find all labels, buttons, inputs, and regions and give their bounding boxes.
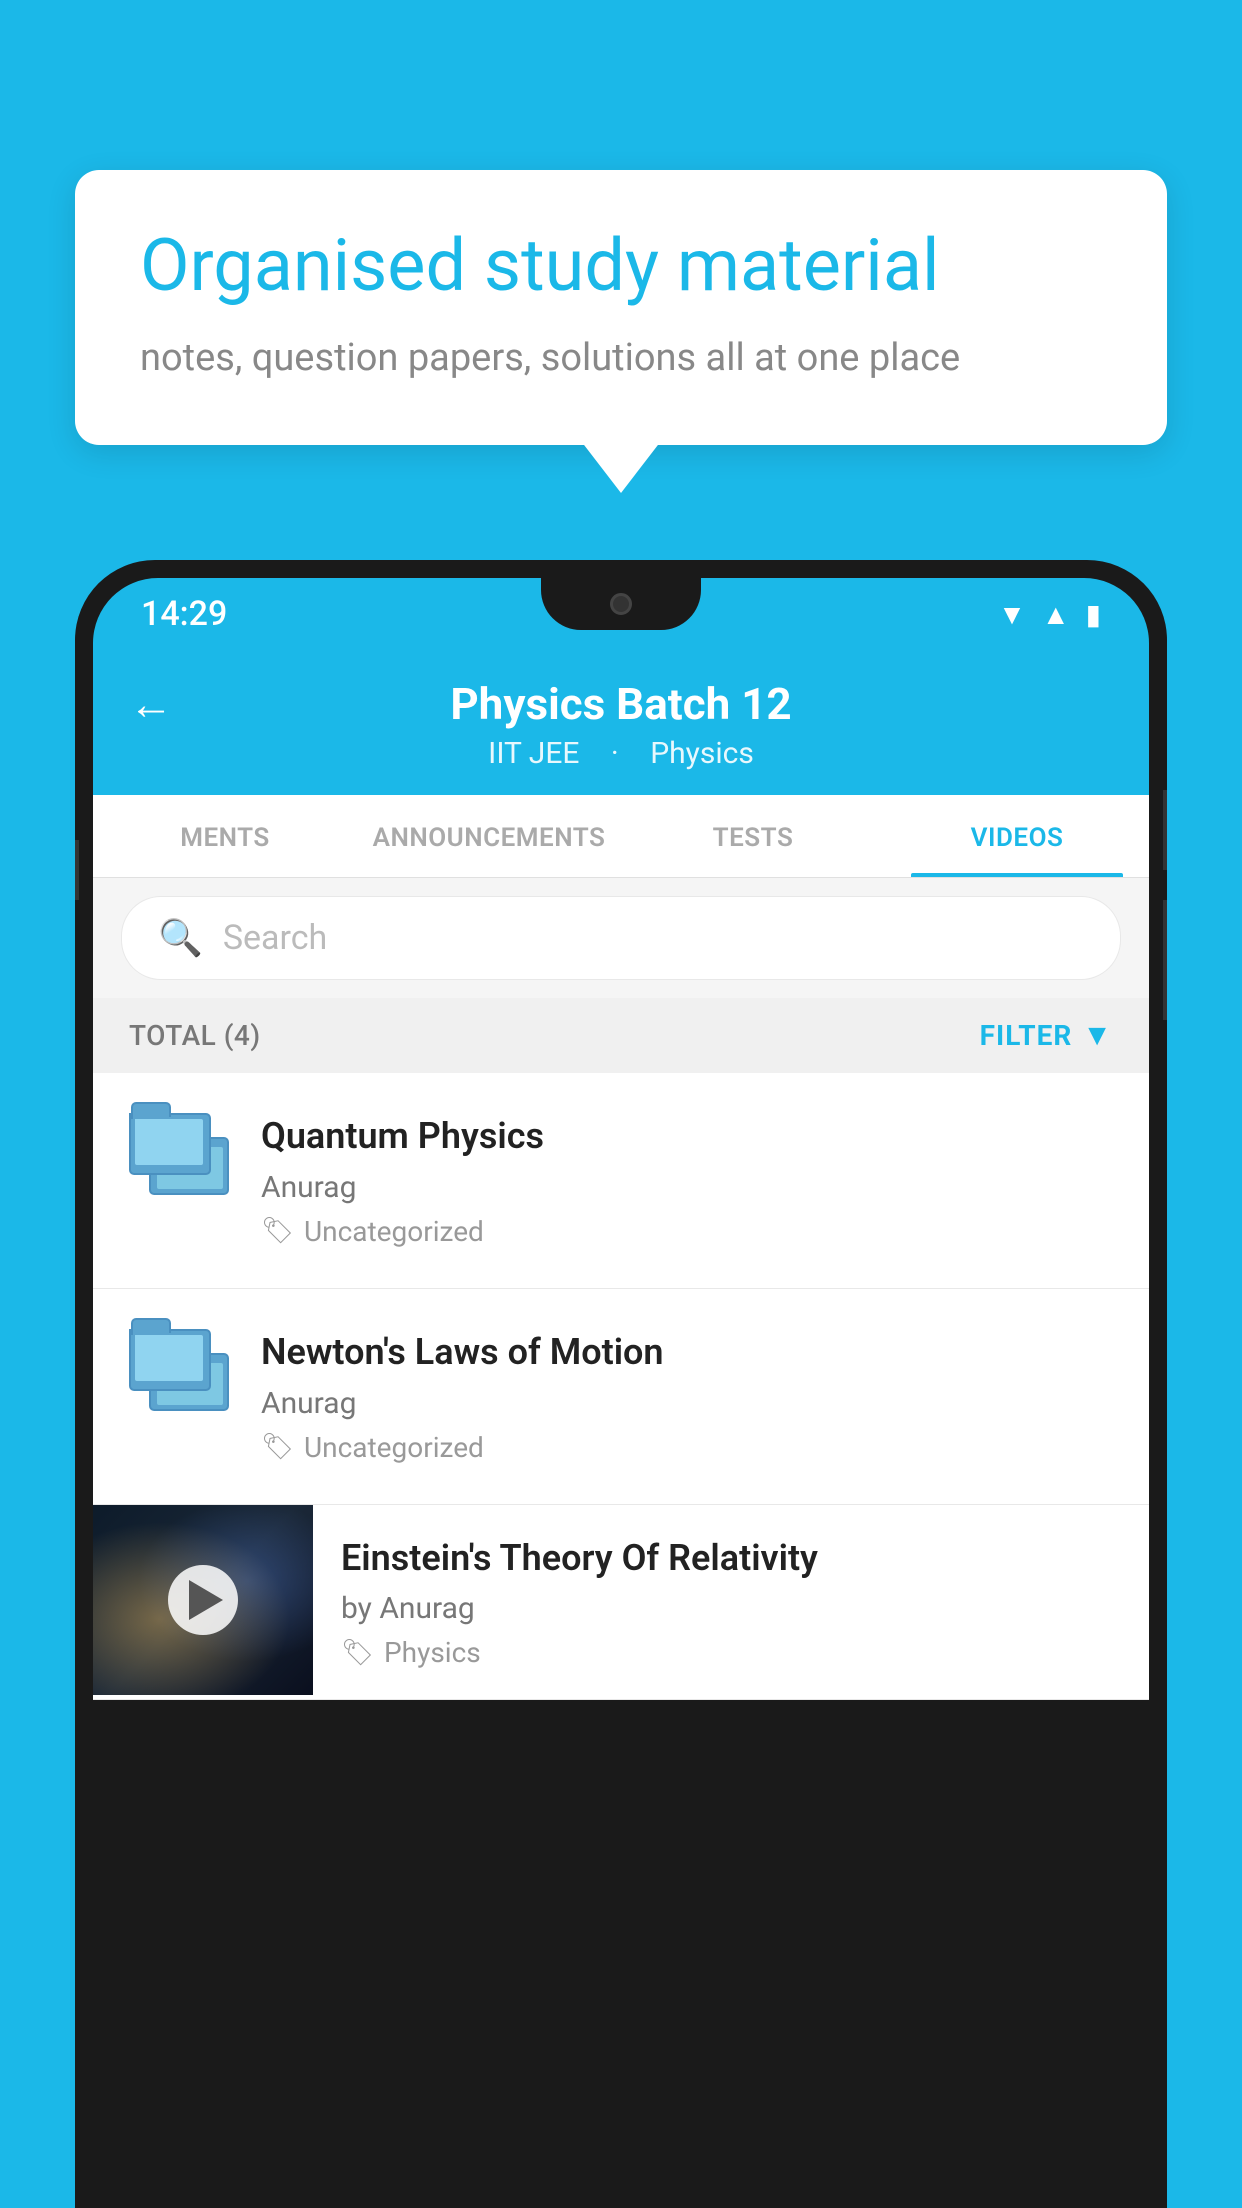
header-subtitle-part1: IIT JEE: [488, 736, 579, 771]
tab-bar: MENTS ANNOUNCEMENTS TESTS VIDEOS: [93, 795, 1149, 878]
einstein-author: by Anurag: [341, 1591, 1121, 1626]
tag-icon-1: 🏷: [261, 1216, 294, 1246]
filter-icon: ▼: [1082, 1018, 1113, 1053]
video-tag-2: 🏷 Uncategorized: [261, 1431, 1113, 1464]
total-label: TOTAL (4): [129, 1019, 261, 1052]
folder-icon-1: [129, 1113, 229, 1203]
signal-icon: ▲: [1042, 598, 1070, 631]
search-bar: 🔍 Search: [93, 878, 1149, 998]
status-bar: 14:29 ▼ ▲ ▮: [93, 578, 1149, 650]
filter-button[interactable]: FILTER ▼: [980, 1018, 1113, 1053]
search-icon: 🔍: [158, 917, 203, 959]
video-thumb-1: [129, 1113, 229, 1203]
tag-label-2: Uncategorized: [304, 1431, 484, 1464]
side-btn-right-1: [1163, 790, 1167, 870]
app-header: ← Physics Batch 12 IIT JEE · Physics: [93, 650, 1149, 795]
notch: [541, 578, 701, 630]
tab-announcements[interactable]: ANNOUNCEMENTS: [357, 795, 621, 877]
header-subtitle: IIT JEE · Physics: [476, 736, 766, 771]
list-item[interactable]: Newton's Laws of Motion Anurag 🏷 Uncateg…: [93, 1289, 1149, 1505]
list-item[interactable]: Quantum Physics Anurag 🏷 Uncategorized: [93, 1073, 1149, 1289]
tab-ments[interactable]: MENTS: [93, 795, 357, 877]
side-btn-right-2: [1163, 900, 1167, 1020]
video-info-1: Quantum Physics Anurag 🏷 Uncategorized: [261, 1113, 1113, 1248]
back-button[interactable]: ←: [129, 678, 173, 730]
header-title: Physics Batch 12: [450, 678, 791, 730]
phone-inner: 14:29 ▼ ▲ ▮ ← Physics Batch 12 IIT JEE ·…: [93, 578, 1149, 2208]
tab-videos[interactable]: VIDEOS: [885, 795, 1149, 877]
phone-frame: 14:29 ▼ ▲ ▮ ← Physics Batch 12 IIT JEE ·…: [75, 560, 1167, 2208]
status-time: 14:29: [141, 594, 227, 634]
side-btn-left: [75, 840, 79, 900]
speech-bubble: Organised study material notes, question…: [75, 170, 1167, 445]
video-list: Quantum Physics Anurag 🏷 Uncategorized: [93, 1073, 1149, 1700]
folder-icon-2: [129, 1329, 229, 1419]
video-author-2: Anurag: [261, 1386, 1113, 1421]
filter-label: FILTER: [980, 1019, 1073, 1052]
list-item[interactable]: Einstein's Theory Of Relativity by Anura…: [93, 1505, 1149, 1701]
video-title-1: Quantum Physics: [261, 1113, 1113, 1160]
battery-icon: ▮: [1086, 598, 1101, 631]
tab-tests[interactable]: TESTS: [621, 795, 885, 877]
play-triangle: [189, 1580, 223, 1620]
header-subtitle-separator: ·: [611, 736, 619, 771]
wifi-icon: ▼: [998, 598, 1026, 631]
einstein-thumbnail: [93, 1505, 313, 1695]
tag-label-1: Uncategorized: [304, 1215, 484, 1248]
search-placeholder: Search: [223, 918, 327, 958]
tag-icon-3: 🏷: [341, 1638, 374, 1668]
bubble-subtitle: notes, question papers, solutions all at…: [140, 332, 1102, 385]
einstein-title: Einstein's Theory Of Relativity: [341, 1535, 1121, 1582]
einstein-tag: 🏷 Physics: [341, 1636, 1121, 1669]
einstein-info: Einstein's Theory Of Relativity by Anura…: [313, 1505, 1149, 1700]
header-subtitle-part2: Physics: [650, 736, 754, 771]
search-input[interactable]: 🔍 Search: [121, 896, 1121, 980]
tag-label-3: Physics: [384, 1636, 481, 1669]
video-info-2: Newton's Laws of Motion Anurag 🏷 Uncateg…: [261, 1329, 1113, 1464]
filter-bar: TOTAL (4) FILTER ▼: [93, 998, 1149, 1073]
video-tag-1: 🏷 Uncategorized: [261, 1215, 1113, 1248]
video-author-1: Anurag: [261, 1170, 1113, 1205]
video-thumb-2: [129, 1329, 229, 1419]
video-title-2: Newton's Laws of Motion: [261, 1329, 1113, 1376]
tag-icon-2: 🏷: [261, 1432, 294, 1462]
status-icons: ▼ ▲ ▮: [998, 598, 1101, 631]
play-button[interactable]: [168, 1565, 238, 1635]
notch-camera: [610, 593, 632, 615]
bubble-title: Organised study material: [140, 225, 1102, 308]
